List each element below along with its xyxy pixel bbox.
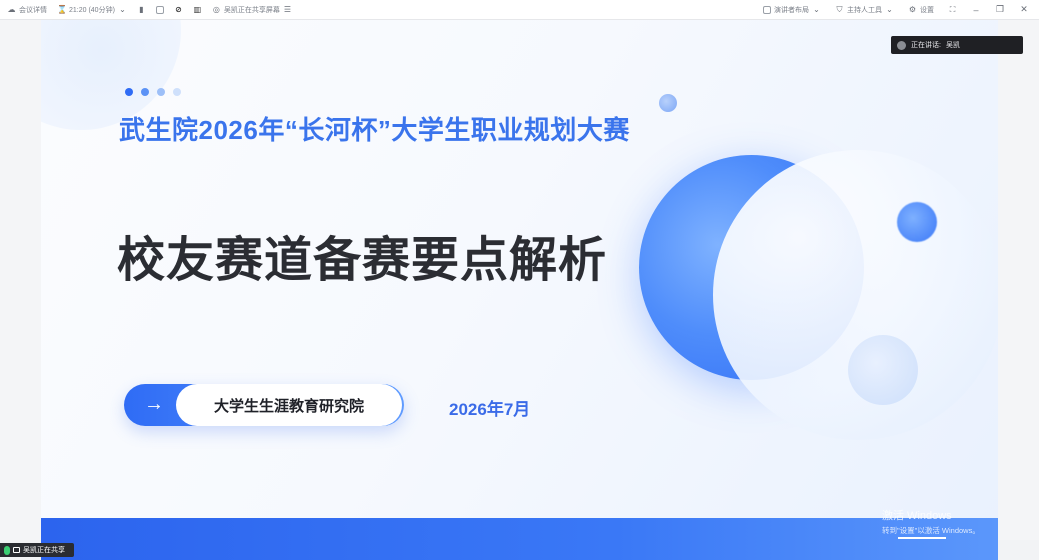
arrow-right-icon: → bbox=[144, 393, 164, 415]
chevron-down-icon: ⌄ bbox=[813, 5, 820, 14]
layout-icon bbox=[763, 5, 771, 14]
host-tools-label: 主持人工具 bbox=[847, 6, 882, 14]
presentation-slide: 武生院2026年“长河杯”大学生职业规划大赛 校友赛道备赛要点解析 → 大学生生… bbox=[41, 20, 998, 560]
close-icon[interactable]: ✕ bbox=[1019, 4, 1029, 15]
slash-icon[interactable]: ⊘ bbox=[174, 5, 183, 14]
organizer-name: 大学生生涯教育研究院 bbox=[176, 384, 402, 426]
sharing-indicator-label: 吴凯正在共享 bbox=[23, 547, 65, 554]
speaker-name: 吴凯 bbox=[945, 42, 960, 49]
slide-title: 校友赛道备赛要点解析 bbox=[117, 234, 608, 287]
watermark-line2: 转到"设置"以激活 Windows。 bbox=[882, 526, 980, 535]
sharing-status[interactable]: ◎ 吴凯正在共享屏幕 ☰ bbox=[212, 5, 292, 15]
network-icon[interactable]: ▥ bbox=[193, 5, 202, 14]
sharing-status-label: 吴凯正在共享屏幕 bbox=[223, 6, 280, 14]
meeting-logo-icon: ☁ bbox=[7, 5, 16, 14]
speaker-avatar bbox=[897, 40, 906, 50]
sharing-indicator-bar[interactable]: 吴凯正在共享 bbox=[0, 543, 74, 557]
meeting-time[interactable]: ⌛ 21:20 (40分钟) ⌄ bbox=[57, 5, 127, 15]
settings-button[interactable]: ⚙ 设置 bbox=[908, 5, 934, 15]
decor-dot bbox=[141, 88, 149, 96]
meeting-details-label: 会议详情 bbox=[19, 6, 47, 14]
clock-icon: ⌛ bbox=[57, 5, 67, 14]
presenter-layout-label: 演讲者布局 bbox=[774, 6, 809, 14]
settings-label: 设置 bbox=[920, 6, 934, 14]
speaking-indicator[interactable]: 正在讲话: 吴凯 bbox=[891, 36, 1023, 54]
decor-dots bbox=[125, 88, 181, 96]
fullscreen-icon[interactable]: ⛶ bbox=[948, 5, 957, 14]
decor-light-overlay bbox=[713, 150, 998, 440]
shield-icon: ⛉ bbox=[836, 5, 843, 14]
microphone-icon[interactable] bbox=[4, 545, 10, 555]
decor-dot bbox=[173, 88, 181, 96]
chat-icon[interactable] bbox=[13, 547, 20, 553]
signal-icon[interactable]: ▮ bbox=[137, 5, 146, 14]
speaking-label: 正在讲话: bbox=[911, 42, 941, 49]
decor-dot bbox=[157, 88, 165, 96]
chevron-down-icon: ⌄ bbox=[886, 5, 893, 14]
decor-dot bbox=[125, 88, 133, 96]
meeting-details-button[interactable]: ☁ 会议详情 bbox=[7, 5, 48, 15]
popout-icon[interactable] bbox=[155, 5, 164, 14]
restore-icon[interactable]: ❐ bbox=[995, 4, 1005, 15]
chevron-down-icon: ⌄ bbox=[119, 5, 126, 14]
slide-subtitle: 武生院2026年“长河杯”大学生职业规划大赛 bbox=[119, 115, 630, 145]
decor-small-blue-sphere bbox=[897, 202, 937, 242]
watermark-underline bbox=[898, 537, 946, 539]
meeting-toolbar: ☁ 会议详情 ⌛ 21:20 (40分钟) ⌄ ▮ ⊘ ▥ ◎ 吴凯正在共享屏幕… bbox=[0, 0, 1039, 20]
share-screen-icon: ◎ bbox=[212, 5, 220, 14]
decor-small-dot bbox=[659, 94, 677, 112]
meeting-time-label: 21:20 (40分钟) bbox=[69, 6, 115, 14]
activate-windows-watermark: 激活 Windows 转到"设置"以激活 Windows。 bbox=[882, 507, 980, 536]
decor-light-sphere bbox=[848, 335, 918, 405]
presenter-layout-button[interactable]: 演讲者布局 ⌄ bbox=[763, 5, 821, 15]
menu-icon: ☰ bbox=[283, 5, 291, 14]
minimize-icon[interactable]: – bbox=[971, 5, 981, 15]
gear-icon: ⚙ bbox=[908, 5, 917, 14]
watermark-line1: 激活 Windows bbox=[882, 510, 952, 522]
slide-date: 2026年7月 bbox=[449, 400, 531, 419]
host-tools-button[interactable]: ⛉ 主持人工具 ⌄ bbox=[835, 5, 894, 15]
shared-screen-area: 武生院2026年“长河杯”大学生职业规划大赛 校友赛道备赛要点解析 → 大学生生… bbox=[0, 20, 1039, 560]
slide-bottom-band bbox=[41, 518, 998, 560]
organizer-pill: → 大学生生涯教育研究院 bbox=[124, 384, 404, 426]
